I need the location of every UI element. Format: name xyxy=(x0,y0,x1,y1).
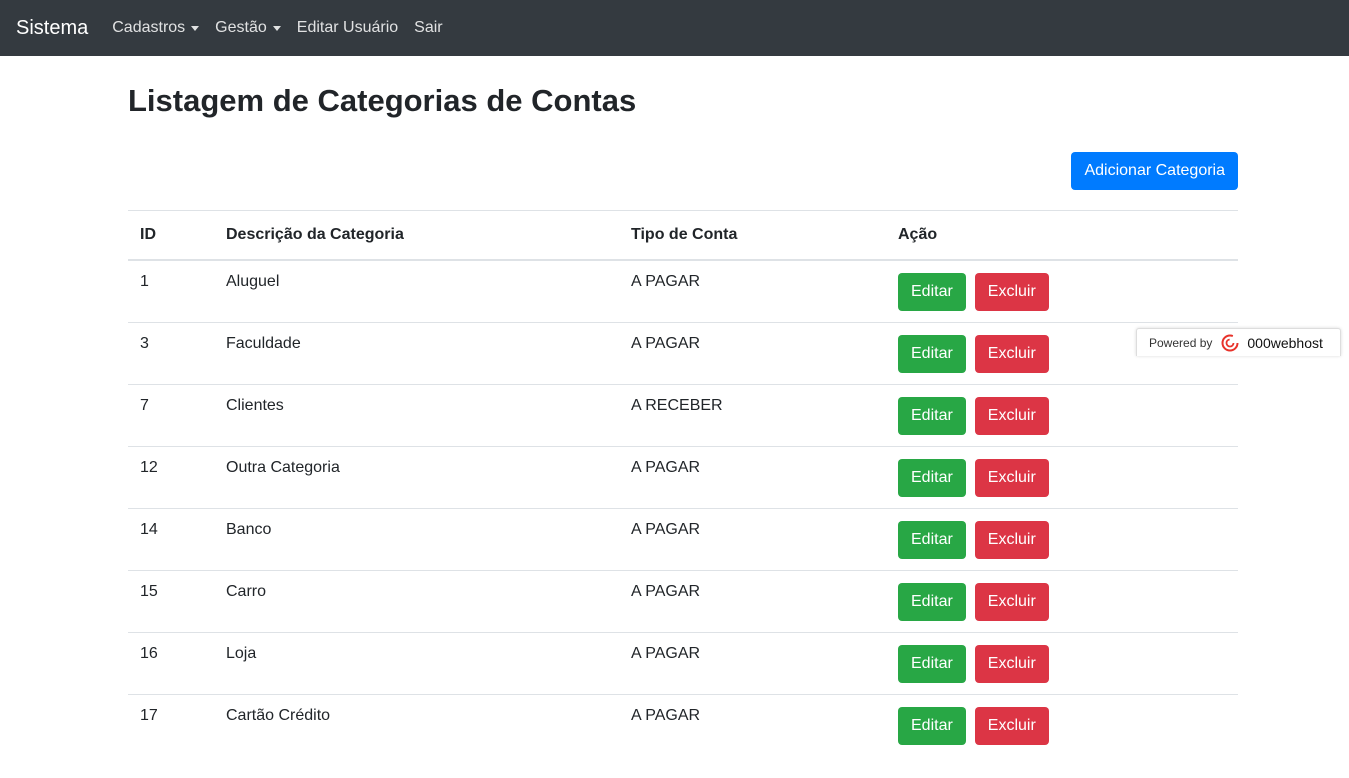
table-row: 1 Aluguel A PAGAR Editar Excluir xyxy=(128,259,1238,322)
table-body: 1 Aluguel A PAGAR Editar Excluir 3 Faculdade A … xyxy=(128,259,1238,756)
table-row: 14 Banco A PAGAR Editar Excluir xyxy=(128,507,1238,570)
cell-descricao: Faculdade xyxy=(214,321,619,384)
powered-by-brand: 000webhost xyxy=(1247,334,1323,351)
cell-id: 1 xyxy=(128,259,214,322)
cell-acao: Editar Excluir xyxy=(886,383,1238,446)
cell-id: 12 xyxy=(128,445,214,508)
cell-acao: Editar Excluir xyxy=(886,631,1238,694)
cell-id: 3 xyxy=(128,321,214,384)
edit-button[interactable]: Editar xyxy=(898,520,966,559)
nav-item-cadastros[interactable]: Cadastros xyxy=(112,19,200,37)
cell-descricao: Clientes xyxy=(214,383,619,446)
cell-tipo: A PAGAR xyxy=(619,445,886,508)
cell-descricao: Outra Categoria xyxy=(214,445,619,508)
main-content: Listagem de Categorias de Contas Adicion… xyxy=(128,56,1238,756)
delete-button[interactable]: Excluir xyxy=(974,582,1049,621)
edit-button[interactable]: Editar xyxy=(898,458,966,497)
edit-button[interactable]: Editar xyxy=(898,644,966,683)
cell-tipo: A PAGAR xyxy=(619,321,886,384)
cell-descricao: Aluguel xyxy=(214,259,619,322)
cell-acao: Editar Excluir xyxy=(886,259,1238,322)
powered-by-text: Powered by xyxy=(1149,335,1213,350)
cell-tipo: A PAGAR xyxy=(619,569,886,632)
nav-item-gestao[interactable]: Gestão xyxy=(215,19,281,37)
edit-button[interactable]: Editar xyxy=(898,396,966,435)
toolbar: Adicionar Categoria xyxy=(128,152,1238,190)
top-navbar: Sistema Cadastros Gestão Editar Usuário … xyxy=(0,0,1349,56)
add-category-button[interactable]: Adicionar Categoria xyxy=(1071,152,1238,190)
cell-tipo: A PAGAR xyxy=(619,693,886,756)
delete-button[interactable]: Excluir xyxy=(974,396,1049,435)
cell-acao: Editar Excluir xyxy=(886,507,1238,570)
column-header-descricao: Descrição da Categoria xyxy=(214,210,619,261)
cell-acao: Editar Excluir xyxy=(886,693,1238,756)
cell-descricao: Cartão Crédito xyxy=(214,693,619,756)
column-header-tipo: Tipo de Conta xyxy=(619,210,886,261)
caret-down-icon xyxy=(272,25,281,31)
cell-acao: Editar Excluir xyxy=(886,445,1238,508)
powered-by-badge[interactable]: Powered by 000webhost xyxy=(1136,328,1341,356)
nav-item-label: Gestão xyxy=(215,19,267,36)
nav-item-sair[interactable]: Sair xyxy=(414,19,442,37)
cell-tipo: A PAGAR xyxy=(619,259,886,322)
cell-id: 16 xyxy=(128,631,214,694)
table-row: 17 Cartão Crédito A PAGAR Editar Excluir xyxy=(128,693,1238,756)
cell-descricao: Loja xyxy=(214,631,619,694)
cell-id: 17 xyxy=(128,693,214,756)
table-row: 16 Loja A PAGAR Editar Excluir xyxy=(128,631,1238,694)
table-row: 3 Faculdade A PAGAR Editar Excluir xyxy=(128,321,1238,384)
edit-button[interactable]: Editar xyxy=(898,706,966,745)
column-header-id: ID xyxy=(128,210,214,261)
column-header-acao: Ação xyxy=(886,210,1238,261)
000webhost-logo-icon xyxy=(1219,334,1241,352)
table-header-row: ID Descrição da Categoria Tipo de Conta … xyxy=(128,210,1238,261)
edit-button[interactable]: Editar xyxy=(898,273,966,311)
nav-item-label: Sair xyxy=(414,19,443,36)
cell-id: 7 xyxy=(128,383,214,446)
navbar-brand[interactable]: Sistema xyxy=(16,17,88,40)
cell-tipo: A RECEBER xyxy=(619,383,886,446)
nav-item-label: Cadastros xyxy=(112,19,186,36)
table-row: 15 Carro A PAGAR Editar Excluir xyxy=(128,569,1238,632)
edit-button[interactable]: Editar xyxy=(898,582,966,621)
cell-tipo: A PAGAR xyxy=(619,631,886,694)
delete-button[interactable]: Excluir xyxy=(974,458,1049,497)
delete-button[interactable]: Excluir xyxy=(974,334,1049,373)
cell-tipo: A PAGAR xyxy=(619,507,886,570)
caret-down-icon xyxy=(191,25,200,31)
delete-button[interactable]: Excluir xyxy=(974,273,1049,311)
edit-button[interactable]: Editar xyxy=(898,334,966,373)
cell-descricao: Carro xyxy=(214,569,619,632)
table-row: 12 Outra Categoria A PAGAR Editar Excluir xyxy=(128,445,1238,508)
delete-button[interactable]: Excluir xyxy=(974,644,1049,683)
nav-item-label: Editar Usuário xyxy=(296,19,399,36)
cell-id: 14 xyxy=(128,507,214,570)
page-title: Listagem de Categorias de Contas xyxy=(128,83,637,118)
delete-button[interactable]: Excluir xyxy=(974,706,1049,745)
cell-acao: Editar Excluir xyxy=(886,569,1238,632)
cell-id: 15 xyxy=(128,569,214,632)
nav-item-editar-usuario[interactable]: Editar Usuário xyxy=(297,19,398,37)
table-row: 7 Clientes A RECEBER Editar Excluir xyxy=(128,383,1238,446)
categories-table: ID Descrição da Categoria Tipo de Conta … xyxy=(128,210,1238,756)
cell-descricao: Banco xyxy=(214,507,619,570)
delete-button[interactable]: Excluir xyxy=(974,520,1049,559)
